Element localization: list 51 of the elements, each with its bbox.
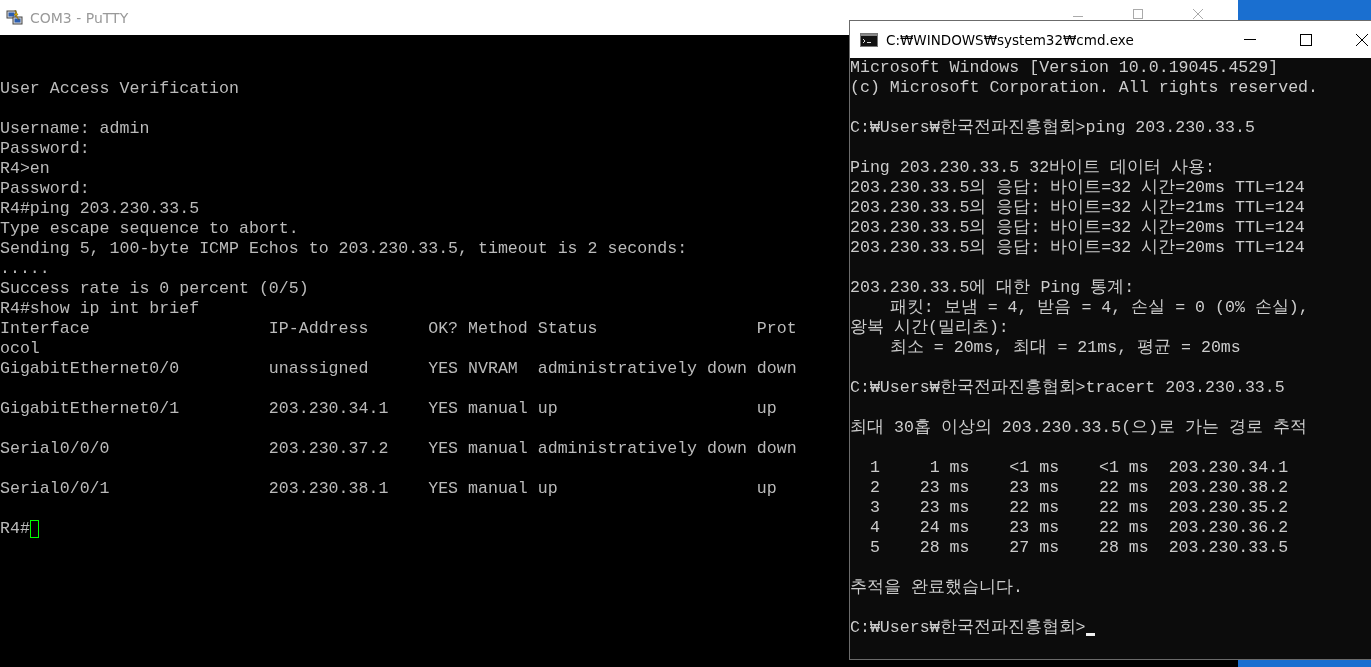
terminal-line: R4>en — [0, 159, 50, 179]
console-line: 최대 30홉 이상의 203.230.33.5(으)로 가는 경로 추적 — [850, 418, 1308, 438]
terminal-line: User Access Verification — [0, 79, 239, 99]
minimize-icon — [1073, 15, 1083, 17]
terminal-line: Password: — [0, 179, 90, 199]
console-icon — [860, 32, 878, 47]
terminal-line: Serial0/0/1 203.230.38.1 YES manual up up — [0, 479, 777, 499]
console-line: 왕복 시간(밀리초): — [850, 318, 1009, 338]
cursor-icon — [1085, 632, 1095, 636]
terminal-line: Username: admin — [0, 119, 150, 139]
terminal-line: ..... — [0, 259, 50, 279]
console-line: C:₩Users₩한국전파진흥협회>tracert 203.230.33.5 — [850, 378, 1285, 398]
console-line: Ping 203.230.33.5 32바이트 데이터 사용: — [850, 158, 1216, 178]
terminal-prompt: R4# — [0, 519, 30, 539]
terminal-line: GigabitEthernet0/0 unassigned YES NVRAM administratively down down — [0, 359, 797, 379]
terminal-line: R4#show ip int brief — [0, 299, 200, 319]
console-line: 203.230.33.5의 응답: 바이트=32 시간=21ms TTL=124 — [850, 198, 1305, 218]
console-line: 2 23 ms 23 ms 22 ms 203.230.38.2 — [868, 478, 1289, 498]
console-line: 203.230.33.5에 대한 Ping 통계: — [850, 278, 1135, 298]
window-title: C:₩WINDOWS₩system32₩cmd.exe — [886, 31, 1134, 48]
close-icon — [1193, 8, 1203, 19]
terminal-line: Type escape sequence to abort. — [0, 219, 299, 239]
console-line: 추적을 완료했습니다. — [850, 578, 1023, 598]
terminal-line: R4#ping 203.230.33.5 — [0, 199, 200, 219]
close-icon — [1356, 33, 1368, 46]
console-line: 203.230.33.5의 응답: 바이트=32 시간=20ms TTL=124 — [850, 218, 1305, 238]
console-line: 203.230.33.5의 응답: 바이트=32 시간=20ms TTL=124 — [850, 238, 1305, 258]
terminal-line: Sending 5, 100-byte ICMP Echos to 203.230.33.5, timeout is 2 seconds: — [0, 239, 688, 259]
cursor-icon — [29, 520, 39, 538]
computer-icon — [6, 8, 24, 27]
maximize-icon — [1133, 8, 1143, 19]
terminal-line: Interface IP-Address OK? Method Status Prot — [0, 319, 797, 339]
terminal-line: Password: — [0, 139, 90, 159]
window-title: COM3 - PuTTY — [30, 9, 129, 26]
console-prompt: C:₩Users₩한국전파진흥협회> — [850, 618, 1086, 638]
console-line: 패킷: 보냄 = 4, 받음 = 4, 손실 = 0 (0% 손실), — [888, 298, 1309, 318]
console-line: Microsoft Windows [Version 10.0.19045.4529] — [850, 58, 1279, 78]
terminal-line: Serial0/0/0 203.230.37.2 YES manual administratively down down — [0, 439, 797, 459]
console-line: 5 28 ms 27 ms 28 ms 203.230.33.5 — [868, 538, 1289, 558]
terminal-line: ocol — [0, 339, 40, 359]
console-line: C:₩Users₩한국전파진흥협회>ping 203.230.33.5 — [850, 118, 1255, 138]
console-line: 4 24 ms 23 ms 22 ms 203.230.36.2 — [868, 518, 1289, 538]
terminal-line: Success rate is 0 percent (0/5) — [0, 279, 309, 299]
minimize-icon — [1244, 39, 1256, 40]
console-line: (c) Microsoft Corporation. All rights reserved. — [850, 78, 1319, 98]
console-line: 최소 = 20ms, 최대 = 21ms, 평균 = 20ms — [888, 338, 1241, 358]
maximize-icon — [1300, 33, 1312, 46]
console-line: 3 23 ms 22 ms 22 ms 203.230.35.2 — [868, 498, 1289, 518]
console-line: 203.230.33.5의 응답: 바이트=32 시간=20ms TTL=124 — [850, 178, 1305, 198]
terminal-line: GigabitEthernet0/1 203.230.34.1 YES manual up up — [0, 399, 777, 419]
console-line: 1 1 ms <1 ms <1 ms 203.230.34.1 — [868, 458, 1289, 478]
